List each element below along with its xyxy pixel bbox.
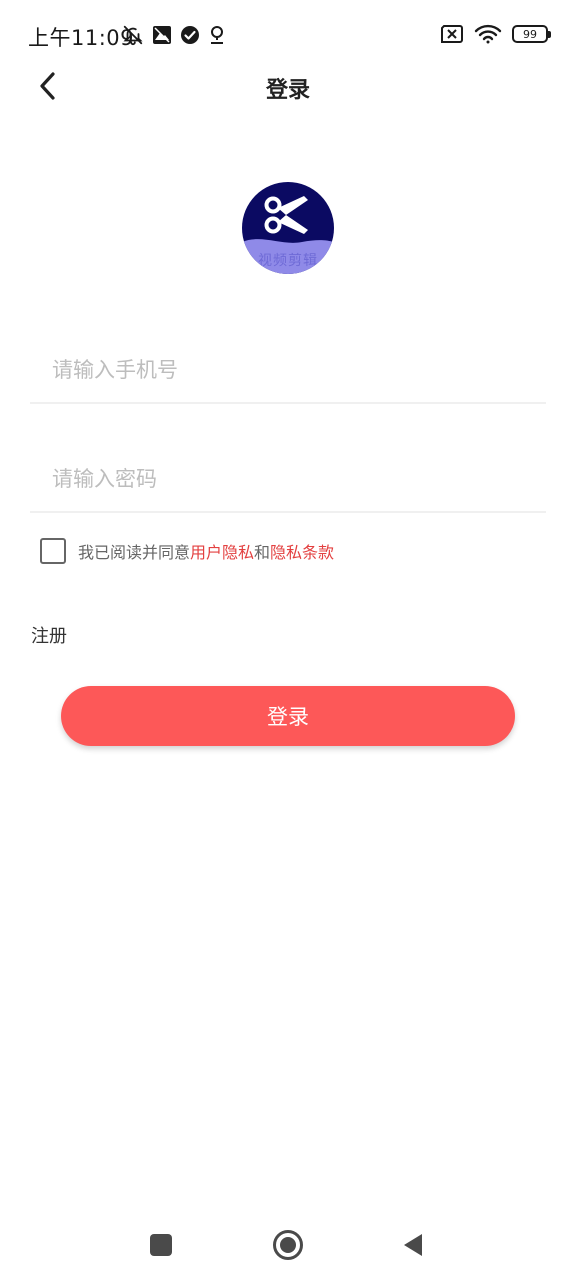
- back-triangle-icon[interactable]: [402, 1233, 424, 1261]
- image-icon: [152, 25, 172, 45]
- terms-link[interactable]: 隐私条款: [270, 543, 334, 562]
- phone-input[interactable]: [52, 350, 522, 390]
- phone-field-row: [30, 342, 546, 404]
- bell-off-icon: [122, 24, 144, 46]
- agreement-checkbox[interactable]: [40, 538, 66, 564]
- sim-x-icon: [440, 25, 464, 43]
- app-logo: 视频剪辑: [242, 182, 334, 274]
- register-link[interactable]: 注册: [31, 622, 67, 648]
- top-bar: 登录: [0, 60, 576, 116]
- status-icons-right: 99: [440, 24, 551, 44]
- agreement-text: 我已阅读并同意用户隐私和隐私条款: [78, 539, 334, 563]
- status-icons-left: [122, 24, 226, 46]
- login-button[interactable]: 登录: [61, 686, 515, 746]
- recents-square-icon[interactable]: [150, 1234, 172, 1256]
- wifi-icon: [474, 24, 502, 44]
- logo-caption: 视频剪辑: [258, 253, 318, 269]
- system-nav-bar: [0, 1210, 576, 1280]
- home-dot: [280, 1237, 296, 1253]
- battery-icon: 99: [512, 25, 551, 43]
- location-icon: [208, 25, 226, 45]
- agreement-prefix: 我已阅读并同意: [78, 543, 191, 562]
- page-title: 登录: [265, 78, 310, 103]
- agreement-row: 我已阅读并同意用户隐私和隐私条款: [40, 537, 334, 565]
- home-circle-icon[interactable]: [273, 1230, 303, 1260]
- check-circle-icon: [180, 25, 200, 45]
- status-time: 上午11:09: [28, 26, 135, 50]
- password-field-row: [30, 451, 546, 513]
- privacy-link[interactable]: 用户隐私: [190, 543, 254, 562]
- scissors-icon: [264, 194, 312, 242]
- battery-level: 99: [523, 27, 537, 41]
- agreement-connector: 和: [254, 543, 271, 562]
- login-screen: 上午11:09 99 登录 视频剪辑 请输入手机号 我已阅读并同意用户隐私和隐私…: [0, 0, 576, 1280]
- password-input[interactable]: [52, 459, 522, 499]
